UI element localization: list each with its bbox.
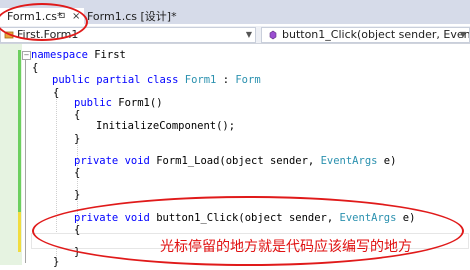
code-line: public Form1() xyxy=(74,97,163,109)
chevron-down-icon: ▼ xyxy=(245,30,252,39)
change-bar xyxy=(18,50,21,228)
tab-highlight-ellipse xyxy=(0,3,88,41)
tab-label: Form1.cs [设计]* xyxy=(87,10,177,23)
member-dropdown[interactable]: button1_Click(object sender, EventArgs e… xyxy=(261,27,470,43)
method-icon xyxy=(269,30,277,40)
code-line: public partial class Form1 : Form xyxy=(52,74,261,86)
code-line: } xyxy=(74,189,81,201)
code-line: { xyxy=(53,87,60,99)
outline-guide xyxy=(25,58,26,263)
collapse-icon[interactable]: − xyxy=(22,51,31,60)
change-bar-unsaved xyxy=(18,212,21,252)
code-line: InitializeComponent(); xyxy=(96,120,236,132)
tab-form1-designer[interactable]: Form1.cs [设计]* xyxy=(87,8,179,25)
code-line: { xyxy=(74,109,81,121)
member-dropdown-value: button1_Click(object sender, EventArgs e… xyxy=(282,28,470,41)
code-line: { xyxy=(32,62,39,74)
code-line: } xyxy=(74,133,81,145)
method-highlight-ellipse xyxy=(32,196,464,266)
code-line: { xyxy=(74,167,81,179)
code-line: private void Form1_Load(object sender, E… xyxy=(74,155,397,167)
chevron-down-icon: ▼ xyxy=(459,30,466,39)
code-line: namespace First xyxy=(31,49,126,61)
code-line: } xyxy=(53,256,60,268)
